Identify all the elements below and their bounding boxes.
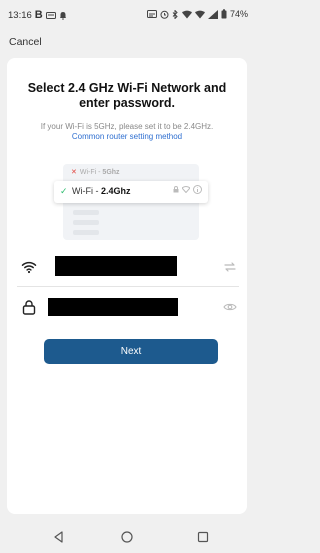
- password-field[interactable]: [17, 298, 239, 326]
- bad-row-prefix: Wi-Fi -: [79, 169, 103, 176]
- good-row-icons: [173, 185, 202, 194]
- placeholder-bar: [73, 230, 99, 235]
- ssid-value-redacted[interactable]: [55, 256, 177, 276]
- system-nav-bar: [0, 523, 254, 553]
- page-title: Select 2.4 GHz Wi-Fi Network and enter p…: [27, 81, 227, 110]
- cancel-button[interactable]: Cancel: [9, 36, 42, 48]
- good-row-label: Wi-Fi - 2.4Ghz: [72, 186, 131, 196]
- lock-small-icon: [173, 186, 179, 193]
- wifi-band-illustration: ✕ Wi-Fi - 5Ghz ✓ Wi-Fi - 2.4Ghz: [54, 164, 208, 240]
- wifi-ssid-field[interactable]: [17, 254, 239, 287]
- cast-icon: [146, 9, 157, 18]
- eye-icon[interactable]: [223, 300, 237, 314]
- status-left: 13:16 B: [8, 9, 67, 21]
- home-nav-icon[interactable]: [120, 530, 134, 544]
- placeholder-bar: [73, 220, 99, 225]
- lock-icon: [22, 300, 36, 315]
- status-b-icon: B: [34, 9, 43, 21]
- illustration-good-row: ✓ Wi-Fi - 2.4Ghz: [54, 181, 208, 203]
- wifi-setup-card: Select 2.4 GHz Wi-Fi Network and enter p…: [7, 58, 247, 514]
- illustration-bad-row: ✕ Wi-Fi - 5Ghz: [71, 168, 120, 176]
- wifi-status-icon-2: [194, 10, 205, 18]
- bluetooth-icon: [172, 9, 178, 19]
- status-right: 74%: [146, 9, 248, 19]
- signal-icon: [207, 9, 218, 19]
- password-value-redacted[interactable]: [48, 298, 178, 316]
- good-row-band: 2.4Ghz: [101, 186, 131, 196]
- status-time: 13:16: [8, 9, 32, 21]
- next-button[interactable]: Next: [44, 339, 218, 364]
- alarm-icon: [160, 10, 169, 19]
- battery-percent: 74%: [229, 9, 248, 19]
- placeholder-bar: [73, 210, 99, 215]
- instruction-text: If your Wi-Fi is 5GHz, please set it to …: [15, 122, 239, 142]
- notification-icon: [45, 11, 56, 19]
- switch-network-icon[interactable]: [223, 260, 237, 274]
- recents-nav-icon[interactable]: [196, 530, 210, 544]
- bad-row-band: 5Ghz: [102, 169, 120, 176]
- back-nav-icon[interactable]: [52, 530, 66, 544]
- router-setting-link[interactable]: Common router setting method: [15, 132, 239, 142]
- status-bar: 13:16 B 74%: [0, 0, 254, 28]
- check-icon: ✓: [60, 186, 68, 196]
- wifi-status-icon: [181, 10, 192, 18]
- instruction-subtitle: If your Wi-Fi is 5GHz, please set it to …: [40, 122, 214, 131]
- error-x-icon: ✕: [71, 169, 77, 176]
- battery-icon: [221, 9, 227, 19]
- good-row-prefix: Wi-Fi -: [72, 186, 101, 196]
- wifi-small-icon: [182, 186, 190, 193]
- wifi-icon: [21, 261, 37, 274]
- info-small-icon: [193, 185, 202, 194]
- bell-icon: [59, 11, 66, 20]
